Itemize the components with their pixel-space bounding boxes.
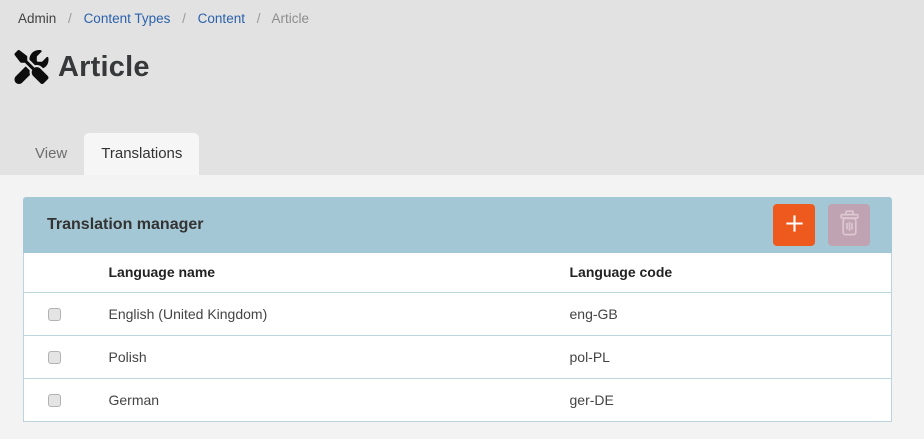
breadcrumb-item-content-types[interactable]: Content Types xyxy=(84,11,171,26)
language-name-cell: Polish xyxy=(86,335,547,378)
breadcrumb-separator: / xyxy=(68,11,72,26)
select-column-header xyxy=(24,253,86,292)
row-checkbox[interactable] xyxy=(48,394,61,407)
panel-title: Translation manager xyxy=(47,216,773,234)
language-code-cell: pol-PL xyxy=(547,335,892,378)
title-row: Article xyxy=(0,50,924,84)
add-translation-button[interactable] xyxy=(773,204,815,246)
breadcrumb-separator: / xyxy=(257,11,261,26)
breadcrumb-item-admin: Admin xyxy=(18,11,56,26)
column-header-language-code: Language code xyxy=(547,253,892,292)
screwdriver-wrench-icon xyxy=(13,50,50,84)
column-header-language-name: Language name xyxy=(86,253,547,292)
page-header: Admin / Content Types / Content / Articl… xyxy=(0,0,924,175)
language-name-cell: German xyxy=(86,378,547,421)
tab-translations[interactable]: Translations xyxy=(84,133,199,175)
table-row: Polish pol-PL xyxy=(24,335,892,378)
page-title: Article xyxy=(58,51,150,84)
breadcrumb-item-article: Article xyxy=(272,11,310,26)
table-row: English (United Kingdom) eng-GB xyxy=(24,292,892,335)
table-row: German ger-DE xyxy=(24,378,892,421)
content-area: Translation manager xyxy=(0,175,924,422)
translation-manager-panel: Translation manager xyxy=(23,197,892,422)
breadcrumb-separator: / xyxy=(182,11,186,26)
translations-table: Language name Language code English (Uni… xyxy=(23,253,892,422)
row-checkbox[interactable] xyxy=(48,351,61,364)
row-checkbox[interactable] xyxy=(48,308,61,321)
language-name-cell: English (United Kingdom) xyxy=(86,292,547,335)
delete-translation-button xyxy=(828,204,870,246)
panel-header: Translation manager xyxy=(23,197,892,253)
language-code-cell: ger-DE xyxy=(547,378,892,421)
language-code-cell: eng-GB xyxy=(547,292,892,335)
tab-bar: View Translations xyxy=(0,133,199,175)
tab-view[interactable]: View xyxy=(18,133,84,175)
breadcrumb: Admin / Content Types / Content / Articl… xyxy=(0,0,924,26)
breadcrumb-item-content[interactable]: Content xyxy=(198,11,245,26)
trash-icon xyxy=(836,209,863,241)
plus-icon xyxy=(783,212,806,238)
table-header-row: Language name Language code xyxy=(24,253,892,292)
